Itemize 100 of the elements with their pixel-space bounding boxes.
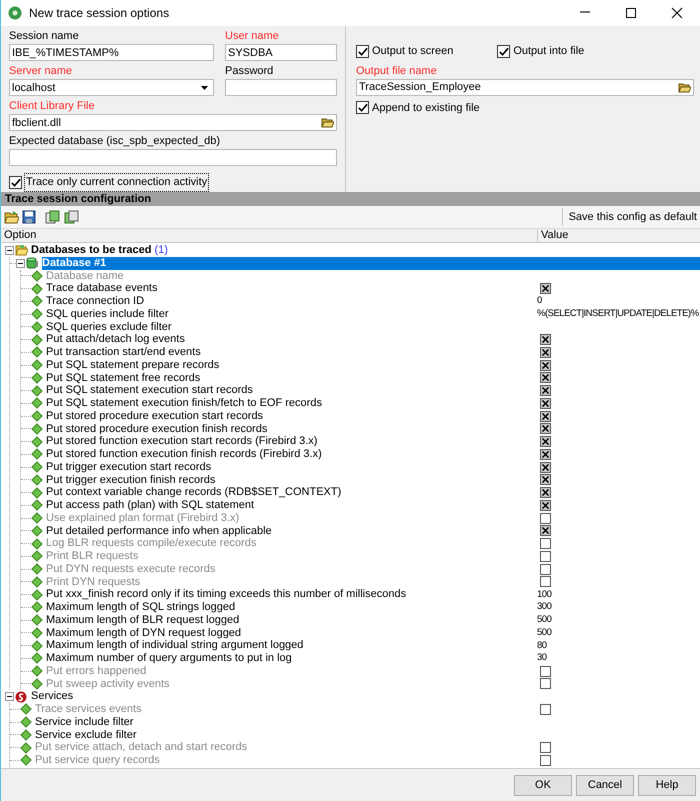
field-label: Password (225, 65, 274, 77)
dialog-button[interactable]: Cancel (576, 774, 634, 796)
checkbox[interactable] (540, 423, 551, 434)
value-text: 500 (537, 626, 552, 640)
checkbox[interactable] (540, 448, 551, 460)
tree-row[interactable]: Put SQL statement free records (46, 372, 700, 384)
tree-row[interactable]: Put trigger execution start records (46, 460, 700, 474)
checkbox[interactable] (540, 487, 551, 498)
close-icon[interactable] (671, 7, 683, 19)
checkbox-label[interactable]: Output to screen (372, 43, 454, 60)
option-label: Maximum length of BLR request logged (46, 614, 240, 626)
user-name-field[interactable]: SYSDBA (225, 44, 337, 61)
tree-row[interactable]: Put context variable change records (RDB$SET_CONTEXT) (46, 486, 700, 499)
diamond-icon (31, 436, 43, 448)
tree-row[interactable]: Maximum length of DYN request logged 500 (46, 626, 700, 640)
save-default-button[interactable]: Save this config as default (562, 208, 700, 226)
option-label: Put stored function execution finish records (Firebird 3.x) (46, 448, 322, 461)
tree-row[interactable]: Put SQL statement execution finish/fetch to EOF records (46, 397, 700, 410)
tree-row[interactable]: Maximum length of individual string argument logged 80 (46, 639, 700, 652)
tree-row[interactable]: Put xxx_finish record only if its timing exceeds this number of milliseconds 100 (46, 588, 700, 601)
collapse-toggle[interactable] (5, 692, 14, 702)
checkbox[interactable] (540, 410, 551, 422)
option-label: Put xxx_finish record only if its timing exceeds this number of milliseconds (46, 588, 406, 601)
checkbox[interactable] (540, 500, 551, 511)
tree-row[interactable]: Put stored procedure execution finish records (46, 422, 700, 436)
tree-row[interactable]: SQL queries include filter %(SELECT|INSERT|UPDATE|DELETE)% (46, 308, 700, 320)
option-label: Put SQL statement free records (46, 372, 200, 384)
folder-icon[interactable] (4, 210, 19, 224)
tree-row[interactable]: Trace database events (46, 282, 700, 295)
checkbox[interactable] (540, 372, 551, 384)
collapse-toggle[interactable] (16, 258, 25, 268)
diamond-icon (31, 550, 43, 562)
tree-row[interactable]: Database #1 (42, 256, 700, 270)
checkbox[interactable] (356, 44, 369, 58)
checkbox[interactable] (540, 334, 551, 346)
save-icon[interactable] (22, 210, 36, 224)
checkbox[interactable] (540, 474, 551, 486)
tree-row[interactable]: Put attach/detach log events (46, 333, 700, 346)
checkbox[interactable] (356, 101, 369, 114)
pages-icon[interactable] (64, 210, 80, 224)
pages-icon[interactable] (45, 210, 61, 224)
maximize-icon[interactable] (625, 7, 637, 19)
tree-row[interactable]: Services (31, 690, 700, 703)
checkbox[interactable] (540, 525, 551, 536)
tree-row[interactable]: Service include filter (35, 716, 700, 728)
option-label: Database #1 (42, 256, 106, 270)
checkbox[interactable] (540, 436, 551, 448)
value-text: 80 (537, 638, 547, 652)
tree-row[interactable]: Put stored function execution start records (Firebird 3.x) (46, 435, 700, 448)
expected-database-field[interactable] (9, 149, 337, 166)
checkbox-label[interactable]: Append to existing file (372, 100, 480, 116)
tree-row[interactable]: Put trigger execution finish records (46, 474, 700, 486)
diamond-icon (31, 588, 43, 601)
tree-row[interactable]: Put stored procedure execution start records (46, 410, 700, 422)
checkbox-label[interactable]: Output into file (513, 43, 584, 60)
tree-row[interactable]: SQL queries exclude filter (46, 320, 700, 334)
tree-row[interactable]: Trace connection ID 0 (46, 295, 700, 308)
session-name-field[interactable]: IBE_%TIMESTAMP% (9, 44, 214, 61)
diamond-icon (31, 282, 43, 295)
tree-row[interactable]: Put transaction start/end events (46, 346, 700, 359)
tree-row[interactable]: Put access path (plan) with SQL statement (46, 499, 700, 512)
column-header: Option (3, 229, 38, 242)
tree-row[interactable]: Service exclude filter (35, 728, 700, 742)
tree-row[interactable]: Put detailed performance info when applicable (46, 524, 700, 538)
diamond-icon (31, 576, 43, 588)
section-header: Trace session configuration (1, 192, 700, 206)
checkbox[interactable] (540, 283, 551, 294)
diamond-icon (31, 678, 43, 690)
tree-row[interactable]: Databases to be traced (1) (31, 244, 700, 257)
option-label: Put service attach, detach and start records (35, 741, 248, 754)
dialog-button[interactable]: OK (514, 774, 572, 796)
option-label: Trace services events (35, 703, 142, 716)
emblem-icon (15, 690, 28, 703)
window-title: New trace session options (29, 5, 170, 22)
tree-row[interactable]: Maximum length of SQL strings logged 300 (46, 601, 700, 614)
checkbox[interactable] (540, 360, 551, 371)
tree-row[interactable]: Put SQL statement execution start records (46, 384, 700, 397)
tree-row[interactable]: Maximum number of query arguments to put in log 30 (46, 652, 700, 665)
checkbox-label[interactable]: Trace only current connection activity (25, 174, 208, 190)
diamond-icon (31, 524, 43, 537)
password-field[interactable] (225, 79, 337, 96)
dialog-button[interactable]: Help (638, 774, 696, 796)
checkbox[interactable] (540, 346, 551, 358)
value-text: 30 (537, 651, 547, 666)
tree-row[interactable]: Maximum length of BLR request logged 500 (46, 614, 700, 626)
collapse-toggle[interactable] (5, 246, 14, 255)
field-label: Session name (9, 30, 80, 42)
tree-row[interactable]: Put SQL statement prepare records (46, 358, 700, 372)
checkbox[interactable] (497, 44, 510, 58)
option-label: Service exclude filter (35, 728, 136, 742)
tree-row[interactable]: Put stored function execution finish records (Firebird 3.x) (46, 448, 700, 461)
option-label: Put attach/detach log events (46, 333, 185, 346)
checkbox[interactable] (540, 385, 551, 396)
option-label: Maximum length of SQL strings logged (46, 601, 236, 614)
checkbox[interactable] (540, 398, 551, 409)
checkbox[interactable] (9, 176, 22, 189)
checkbox[interactable] (540, 462, 551, 473)
option-label: Put SQL statement prepare records (46, 358, 220, 372)
value-text: 500 (537, 613, 552, 627)
diamond-icon (31, 397, 43, 410)
